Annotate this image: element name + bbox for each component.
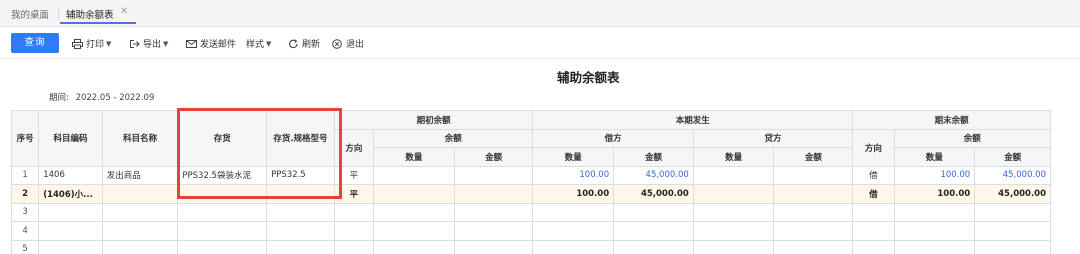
exit-label: 退出 bbox=[346, 40, 365, 50]
cell-debit-qty: 100.00 bbox=[532, 184, 615, 204]
period: 期间: 2022.05 - 2022.09 bbox=[49, 91, 154, 103]
table-row[interactable]: 5 bbox=[10, 239, 1051, 254]
exit-button[interactable]: 退出 bbox=[332, 37, 364, 50]
header-debit: 借方 bbox=[532, 128, 694, 148]
header-opening-amount: 金额 bbox=[453, 147, 534, 167]
cell-account-code: 1406 bbox=[38, 165, 103, 185]
email-icon bbox=[186, 39, 197, 48]
cell-closing-qty: 100.00 bbox=[893, 184, 976, 204]
header-opening-direction: 方向 bbox=[333, 128, 375, 167]
close-icon[interactable]: ✕ bbox=[120, 6, 128, 17]
cell-opening-amount bbox=[453, 165, 534, 185]
cell-closing-amount[interactable]: 45,000.00 bbox=[974, 165, 1051, 185]
chevron-down-icon: ▼ bbox=[106, 39, 112, 48]
header-seq: 序号 bbox=[10, 110, 40, 167]
cell-seq: 3 bbox=[10, 202, 40, 222]
query-button[interactable]: 查询 bbox=[11, 33, 59, 53]
header-account-code: 科目编码 bbox=[38, 110, 103, 167]
cell-opening-direction: 平 bbox=[333, 184, 375, 204]
header-spec: 存货.规格型号 bbox=[266, 110, 335, 167]
cell-opening-qty bbox=[373, 184, 455, 204]
cell-debit-amount[interactable]: 45,000.00 bbox=[613, 165, 694, 185]
refresh-label: 刷新 bbox=[302, 40, 321, 50]
header-closing-balance-sub: 余额 bbox=[893, 128, 1052, 148]
table-row[interactable]: 1 1406 发出商品 PPS32.5袋装水泥 PPS32.5 平 100.00… bbox=[10, 165, 1051, 185]
cell-seq: 2 bbox=[10, 184, 40, 204]
cell-inventory: PPS32.5袋装水泥 bbox=[177, 165, 268, 185]
chevron-down-icon: ▼ bbox=[163, 39, 169, 48]
header-inventory: 存货 bbox=[177, 110, 268, 167]
cell-account-code: (1406)小... bbox=[38, 184, 103, 204]
print-button[interactable]: 打印 ▼ bbox=[72, 37, 111, 50]
subtotal-row[interactable]: 2 (1406)小... 平 100.00 45,000.00 借 100.00… bbox=[10, 184, 1051, 204]
table-row[interactable]: 4 bbox=[10, 221, 1051, 241]
cell-account-name bbox=[101, 184, 179, 204]
header-opening-balance: 期初余额 bbox=[333, 110, 534, 130]
export-icon bbox=[130, 39, 140, 48]
header-credit-amount: 金额 bbox=[773, 147, 854, 167]
cell-account-name: 发出商品 bbox=[101, 165, 179, 185]
period-value: 2022.05 - 2022.09 bbox=[75, 93, 155, 103]
cell-closing-direction: 借 bbox=[852, 184, 895, 204]
header-debit-qty: 数量 bbox=[532, 147, 615, 167]
cell-debit-qty[interactable]: 100.00 bbox=[532, 165, 615, 185]
cell-closing-qty[interactable]: 100.00 bbox=[893, 165, 976, 185]
header-debit-amount: 金额 bbox=[613, 147, 694, 167]
cell-opening-direction: 平 bbox=[333, 165, 375, 185]
header-credit: 贷方 bbox=[692, 128, 854, 148]
header-opening-qty: 数量 bbox=[373, 147, 455, 167]
chevron-down-icon: ▼ bbox=[266, 39, 272, 48]
header-credit-qty: 数量 bbox=[692, 147, 775, 167]
tab-bar: 我的桌面 辅助余额表 ✕ bbox=[0, 0, 1080, 27]
cell-spec bbox=[266, 184, 335, 204]
send-email-button[interactable]: 发送邮件 bbox=[186, 37, 236, 50]
cell-closing-direction: 借 bbox=[852, 165, 895, 185]
export-label: 导出 bbox=[143, 40, 162, 50]
header-closing-amount: 金额 bbox=[974, 147, 1051, 167]
table-row[interactable]: 3 bbox=[10, 202, 1051, 222]
cell-credit-qty bbox=[692, 165, 775, 185]
export-button[interactable]: 导出 ▼ bbox=[129, 37, 168, 50]
cell-seq: 4 bbox=[10, 221, 40, 241]
exit-circle-icon bbox=[332, 38, 342, 49]
refresh-button[interactable]: 刷新 bbox=[288, 37, 320, 50]
header-opening-balance-sub: 余额 bbox=[373, 128, 534, 148]
cell-credit-qty bbox=[692, 184, 775, 204]
tab-auxiliary-balance[interactable]: 辅助余额表 bbox=[60, 7, 135, 24]
refresh-icon bbox=[289, 38, 298, 48]
report-title: 辅助余额表 bbox=[557, 70, 620, 85]
tab-divider bbox=[58, 8, 59, 19]
header-closing-direction: 方向 bbox=[852, 128, 895, 167]
send-email-label: 发送邮件 bbox=[200, 40, 237, 50]
header-current-period: 本期发生 bbox=[532, 110, 854, 130]
style-button[interactable]: 样式 ▼ bbox=[246, 37, 272, 51]
cell-opening-qty bbox=[373, 165, 455, 185]
cell-seq: 1 bbox=[10, 165, 40, 185]
cell-seq: 5 bbox=[10, 239, 40, 254]
cell-spec: PPS32.5 bbox=[266, 165, 335, 185]
printer-icon bbox=[72, 38, 83, 49]
header-account-name: 科目名称 bbox=[101, 110, 179, 167]
cell-inventory bbox=[177, 184, 268, 204]
tab-my-desktop[interactable]: 我的桌面 bbox=[11, 7, 49, 21]
style-label: 样式 bbox=[246, 40, 265, 50]
header-closing-balance: 期末余额 bbox=[852, 110, 1051, 130]
balance-table: 序号 科目编码 科目名称 存货 存货.规格型号 期初余额 本期发生 期末余额 方… bbox=[10, 110, 1052, 254]
cell-debit-amount: 45,000.00 bbox=[613, 184, 694, 204]
print-label: 打印 bbox=[86, 40, 105, 50]
cell-opening-amount bbox=[453, 184, 534, 204]
toolbar: 查询 打印 ▼ 导出 ▼ 发送邮件 样式 ▼ 刷新 退出 bbox=[0, 27, 1080, 59]
cell-credit-amount bbox=[773, 165, 854, 185]
cell-credit-amount bbox=[773, 184, 854, 204]
cell-closing-amount: 45,000.00 bbox=[974, 184, 1051, 204]
period-label: 期间: bbox=[49, 93, 69, 103]
header-closing-qty: 数量 bbox=[893, 147, 976, 167]
